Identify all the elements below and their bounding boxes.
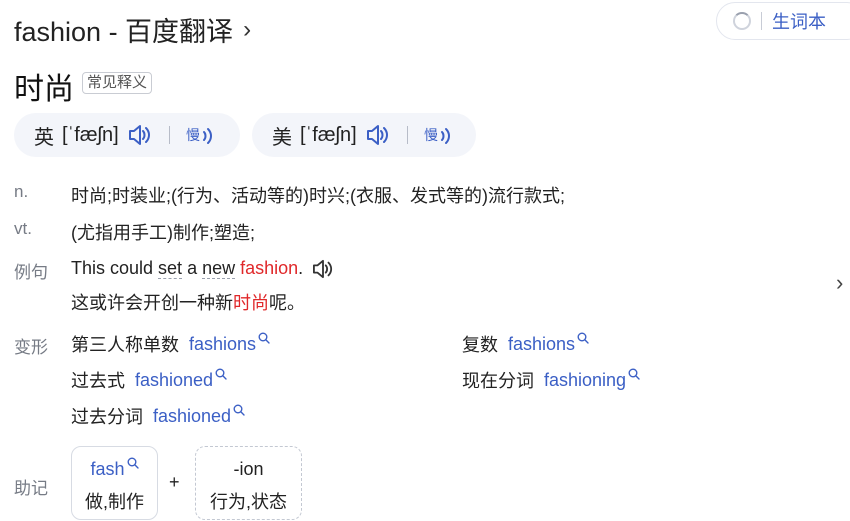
word-form-present-participle: 现在分词 fashioning [462, 367, 640, 393]
definition-row: n. 时尚;时装业;(行为、活动等的)时兴;(衣服、发式等的)流行款式; [14, 182, 565, 208]
example-highlight: 时尚 [233, 293, 269, 313]
example-sentence-en: This could set a new fashion. [71, 258, 335, 279]
pronunciation-ipa: [ˈfæʃn] [300, 123, 357, 146]
form-word-text: fashions [189, 333, 257, 354]
plus-sign: + [169, 472, 180, 492]
mnemonic-suffix-meaning: 行为,状态 [209, 492, 287, 512]
svg-text:慢: 慢 [186, 127, 200, 144]
word-form-past-participle: 过去分词 fashioned [71, 403, 245, 429]
vocabulary-book-label: 生词本 [772, 12, 826, 32]
chevron-right-icon[interactable]: › [836, 270, 843, 296]
mnemonic-root-text: fash [90, 459, 125, 479]
mnemonic-root: fash [72, 457, 157, 480]
mnemonic-label: 助记 [14, 479, 48, 498]
mnemonic-root-box[interactable]: fash 做,制作 [71, 446, 158, 520]
definition-row: vt. (尤指用手工)制作;塑造; [14, 219, 255, 245]
magnifier-icon [127, 453, 139, 474]
example-text: 呢。 [269, 293, 305, 313]
magnifier-icon [215, 364, 227, 385]
form-name: 过去分词 [71, 407, 143, 427]
forms-label: 变形 [14, 338, 48, 357]
slow-speaker-icon[interactable]: 慢 [186, 123, 216, 147]
form-word[interactable]: fashions [189, 332, 270, 355]
dictionary-word[interactable]: new [202, 258, 236, 279]
example-text: 这或许会开创一种新 [71, 293, 233, 313]
pronunciation-region: 美 [272, 126, 292, 149]
magnifier-icon [233, 400, 245, 421]
page-title[interactable]: fashion - 百度翻译 › [14, 10, 251, 49]
speaker-icon[interactable] [365, 124, 391, 146]
pronunciation-region: 英 [34, 126, 54, 149]
form-name: 现在分词 [462, 371, 534, 391]
dictionary-word[interactable]: set [158, 258, 183, 279]
example-text: This could [71, 258, 159, 278]
example-text: . [298, 258, 304, 278]
part-of-speech: n. [14, 182, 29, 201]
example-highlight: fashion [240, 258, 299, 278]
form-word-text: fashioned [153, 405, 232, 426]
part-of-speech: vt. [14, 219, 32, 238]
pronunciation-uk: 英 [ˈfæʃn] 慢 [14, 113, 240, 157]
example-text: a [182, 258, 203, 278]
mnemonic-label-row: 助记 [14, 474, 71, 499]
common-meaning-badge: 常见释义 [82, 72, 153, 94]
example-label: 例句 [14, 263, 48, 282]
magnifier-icon [628, 364, 640, 385]
loading-spinner-icon [733, 12, 751, 30]
word-form-third-person: 第三人称单数 fashions [71, 331, 270, 357]
svg-text:慢: 慢 [424, 127, 438, 144]
pronunciation-us: 美 [ˈfæʃn] 慢 [252, 113, 476, 157]
form-word-text: fashioned [135, 369, 214, 390]
example-block: 例句 This could set a new fashion. 这或许会开创一… [14, 258, 335, 315]
form-word[interactable]: fashioned [153, 404, 245, 427]
form-name: 第三人称单数 [71, 335, 179, 355]
magnifier-icon [577, 328, 589, 349]
form-word[interactable]: fashioned [135, 368, 227, 391]
chevron-right-icon: › [243, 15, 252, 43]
mnemonic-suffix: -ion [233, 459, 264, 479]
divider [168, 126, 170, 144]
form-word[interactable]: fashioning [544, 368, 640, 391]
speaker-icon[interactable] [311, 259, 335, 279]
vocabulary-book-button[interactable]: 生词本 [716, 2, 850, 40]
form-name: 复数 [462, 335, 498, 355]
slow-speaker-icon[interactable]: 慢 [424, 123, 454, 147]
pronunciation-ipa: [ˈfæʃn] [62, 123, 119, 146]
form-word-text: fashions [508, 333, 576, 354]
speaker-icon[interactable] [127, 124, 153, 146]
example-sentence-zh: 这或许会开创一种新时尚呢。 [71, 289, 335, 315]
divider [761, 12, 762, 30]
forms-label-row: 变形 [14, 333, 71, 358]
form-word[interactable]: fashions [508, 332, 589, 355]
form-name: 过去式 [71, 371, 125, 391]
headword: 时尚 [14, 73, 74, 106]
form-word-text: fashioning [544, 369, 627, 390]
definition-text: (尤指用手工)制作;塑造; [71, 223, 255, 243]
mnemonic-suffix-box: -ion 行为,状态 [195, 446, 302, 520]
magnifier-icon [258, 328, 270, 349]
page-title-text: fashion - 百度翻译 [14, 17, 234, 47]
definition-text: 时尚;时装业;(行为、活动等的)时兴;(衣服、发式等的)流行款式; [71, 186, 565, 206]
mnemonic-root-meaning: 做,制作 [84, 492, 144, 512]
headword-block: 时尚 常见释义 [14, 64, 153, 108]
word-form-past: 过去式 fashioned [71, 367, 227, 393]
word-form-plural: 复数 fashions [462, 331, 589, 357]
divider [406, 126, 408, 144]
